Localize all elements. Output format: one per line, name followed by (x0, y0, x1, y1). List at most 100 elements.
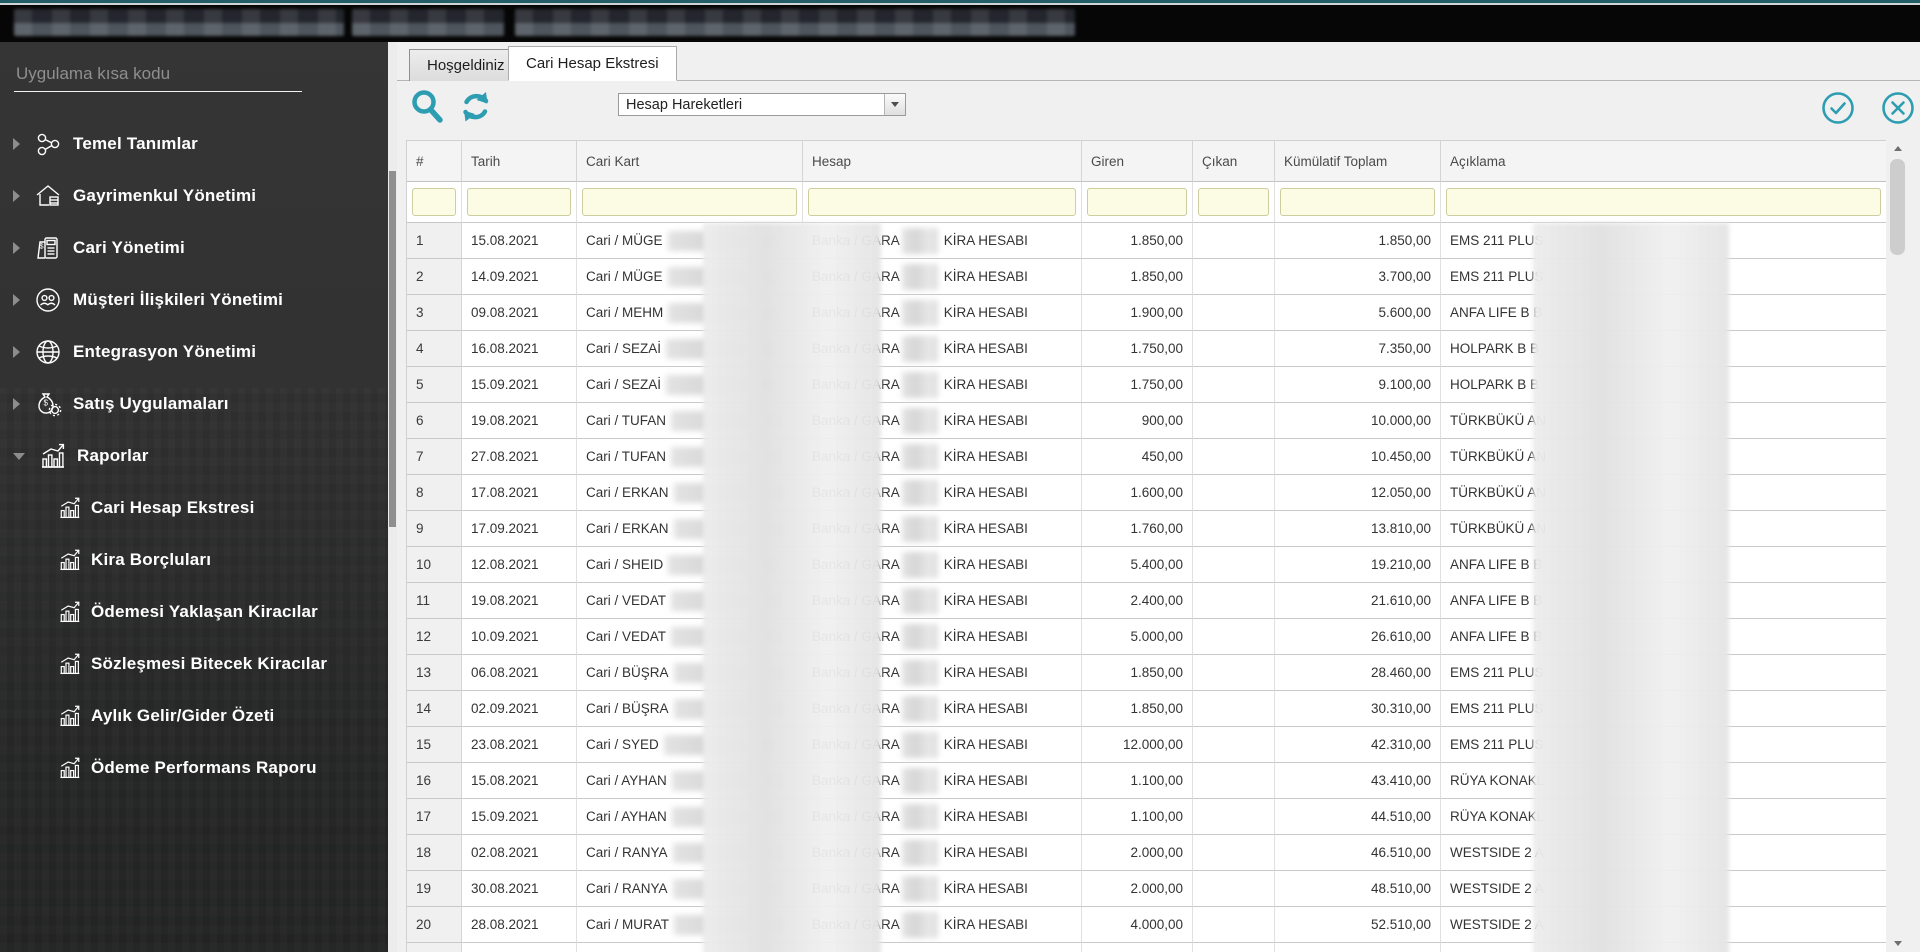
cell-row-number: 2 (407, 259, 462, 295)
filter-input-4[interactable] (1087, 188, 1187, 216)
sidebar-report-item-0[interactable]: Cari Hesap Ekstresi (0, 482, 388, 534)
sidebar-item-3[interactable]: Müşteri İlişkileri Yönetimi (0, 274, 388, 326)
sidebar-scrollbar[interactable] (388, 42, 397, 952)
chevron-down-icon[interactable] (884, 94, 905, 115)
cell-cari-kart: Cari / RANYA (577, 835, 803, 871)
censored-bank-blur (901, 335, 938, 362)
accept-button[interactable] (1821, 91, 1855, 125)
sidebar-item-0[interactable]: Temel Tanımlar (0, 118, 388, 170)
table-row[interactable]: 11 19.08.2021 Cari / VEDAT Banka / GARA … (407, 583, 1886, 619)
censored-name-blur (671, 770, 784, 791)
table-row[interactable]: 13 06.08.2021 Cari / BÜŞRA Banka / GARA … (407, 655, 1886, 691)
sidebar-report-item-3[interactable]: Sözleşmesi Bitecek Kiracılar (0, 638, 388, 690)
search-button[interactable] (409, 88, 445, 126)
cell-kumulatif-toplam: 28.460,00 (1275, 655, 1441, 691)
table-row[interactable]: 8 17.08.2021 Cari / ERKAN Banka / GARA K… (407, 475, 1886, 511)
table-row-partial[interactable] (407, 943, 1886, 952)
chart-icon (57, 756, 81, 780)
column-header-5[interactable]: Çıkan (1193, 141, 1275, 182)
table-row[interactable]: 2 14.09.2021 Cari / MÜGE Banka / GARA Kİ… (407, 259, 1886, 295)
table-row[interactable]: 18 02.08.2021 Cari / RANYA Banka / GARA … (407, 835, 1886, 871)
cell-kumulatif-toplam: 13.810,00 (1275, 511, 1441, 547)
sidebar-item-4[interactable]: Entegrasyon Yönetimi (0, 326, 388, 378)
table-row[interactable]: 5 15.09.2021 Cari / SEZAİ Banka / GARA K… (407, 367, 1886, 403)
filter-input-3[interactable] (808, 188, 1076, 216)
filter-input-6[interactable] (1280, 188, 1435, 216)
cell-cari-kart: Cari / VEDAT (577, 619, 803, 655)
grid-scrollbar-thumb[interactable] (1890, 159, 1905, 255)
hesap-prefix-text: Banka / GARA (812, 809, 900, 824)
topbar-blurred-title-3 (515, 9, 1075, 36)
censored-name-blur (666, 374, 779, 395)
expand-arrow-icon[interactable] (13, 346, 20, 358)
table-row[interactable]: 16 15.08.2021 Cari / AYHAN Banka / GARA … (407, 763, 1886, 799)
cell-row-number: 19 (407, 871, 462, 907)
table-row[interactable]: 3 09.08.2021 Cari / MEHM Banka / GARA Kİ… (407, 295, 1886, 331)
sidebar-item-6[interactable]: Raporlar (0, 430, 388, 482)
table-row[interactable]: 17 15.09.2021 Cari / AYHAN Banka / GARA … (407, 799, 1886, 835)
expand-arrow-icon[interactable] (13, 452, 25, 460)
expand-arrow-icon[interactable] (13, 190, 20, 202)
column-header-3[interactable]: Hesap (803, 141, 1082, 182)
filter-input-2[interactable] (582, 188, 797, 216)
table-row[interactable]: 20 28.08.2021 Cari / MURAT Banka / GARA … (407, 907, 1886, 943)
scroll-down-arrow-icon[interactable] (1889, 935, 1906, 952)
close-button[interactable] (1881, 91, 1915, 125)
filter-input-5[interactable] (1198, 188, 1269, 216)
main-content: Hoşgeldiniz Cari Hesap Ekstresi Hesap Ha… (397, 42, 1920, 952)
expand-arrow-icon[interactable] (13, 242, 20, 254)
sidebar-report-item-1[interactable]: Kira Borçluları (0, 534, 388, 586)
grid-vertical-scrollbar[interactable] (1889, 140, 1906, 952)
column-header-6[interactable]: Kümülatif Toplam (1275, 141, 1441, 182)
sidebar-item-2[interactable]: $ Cari Yönetimi (0, 222, 388, 274)
table-row[interactable]: 1 15.08.2021 Cari / MÜGE Banka / GARA Kİ… (407, 223, 1886, 259)
app-shortcode-input[interactable] (14, 60, 302, 92)
cell-row-number: 3 (407, 295, 462, 331)
table-row[interactable]: 9 17.09.2021 Cari / ERKAN Banka / GARA K… (407, 511, 1886, 547)
filter-input-1[interactable] (467, 188, 571, 216)
scroll-up-arrow-icon[interactable] (1889, 140, 1906, 157)
table-row[interactable]: 6 19.08.2021 Cari / TUFAN Banka / GARA K… (407, 403, 1886, 439)
table-row[interactable]: 14 02.09.2021 Cari / BÜŞRA Banka / GARA … (407, 691, 1886, 727)
sidebar-report-item-5[interactable]: Ödeme Performans Raporu (0, 742, 388, 794)
table-row[interactable]: 7 27.08.2021 Cari / TUFAN Banka / GARA K… (407, 439, 1886, 475)
filter-input-0[interactable] (412, 188, 456, 216)
cell-aciklama: ANFA LIFE B B (1441, 619, 1886, 655)
expand-arrow-icon[interactable] (13, 294, 20, 306)
cari-kart-text: Cari / RANYA (586, 881, 668, 896)
cell-aciklama: WESTSIDE 2 A (1441, 835, 1886, 871)
aciklama-text: EMS 211 PLUS (1450, 233, 1544, 248)
table-row[interactable]: 4 16.08.2021 Cari / SEZAİ Banka / GARA K… (407, 331, 1886, 367)
censored-bank-blur (901, 443, 938, 470)
tab-cari-hesap-ekstresi[interactable]: Cari Hesap Ekstresi (508, 46, 677, 81)
column-header-7[interactable]: Açıklama (1441, 141, 1886, 182)
refresh-button[interactable] (457, 89, 495, 125)
expand-arrow-icon[interactable] (13, 138, 20, 150)
sidebar-scrollbar-thumb[interactable] (389, 171, 396, 527)
menu-item-label: Raporlar (77, 446, 149, 465)
expand-arrow-icon[interactable] (13, 398, 20, 410)
cell-hesap: Banka / GARA KİRA HESABI (803, 619, 1082, 655)
chart-icon (57, 496, 81, 520)
column-header-1[interactable]: Tarih (462, 141, 577, 182)
table-row[interactable]: 15 23.08.2021 Cari / SYED Banka / GARA K… (407, 727, 1886, 763)
sidebar-item-5[interactable]: $ Satış Uygulamaları (0, 378, 388, 430)
filter-input-7[interactable] (1446, 188, 1881, 216)
cell-kumulatif-toplam: 19.210,00 (1275, 547, 1441, 583)
tab-hosgeldiniz[interactable]: Hoşgeldiniz (409, 49, 523, 81)
sidebar-report-item-2[interactable]: Ödemesi Yaklaşan Kiracılar (0, 586, 388, 638)
hesap-prefix-text: Banka / GARA (812, 485, 900, 500)
report-type-dropdown[interactable]: Hesap Hareketleri (618, 93, 906, 116)
table-row[interactable]: 19 30.08.2021 Cari / RANYA Banka / GARA … (407, 871, 1886, 907)
table-row[interactable]: 12 10.09.2021 Cari / VEDAT Banka / GARA … (407, 619, 1886, 655)
grid-filter-row (407, 182, 1886, 223)
sidebar-item-1[interactable]: Gayrimenkul Yönetimi (0, 170, 388, 222)
column-header-4[interactable]: Giren (1082, 141, 1193, 182)
table-row[interactable]: 10 12.08.2021 Cari / SHEID Banka / GARA … (407, 547, 1886, 583)
cell-kumulatif-toplam: 48.510,00 (1275, 871, 1441, 907)
cell-cikan (1193, 907, 1275, 943)
sidebar-report-item-4[interactable]: Aylık Gelir/Gider Özeti (0, 690, 388, 742)
cell-row-number: 10 (407, 547, 462, 583)
column-header-0[interactable]: # (407, 141, 462, 182)
column-header-2[interactable]: Cari Kart (577, 141, 803, 182)
